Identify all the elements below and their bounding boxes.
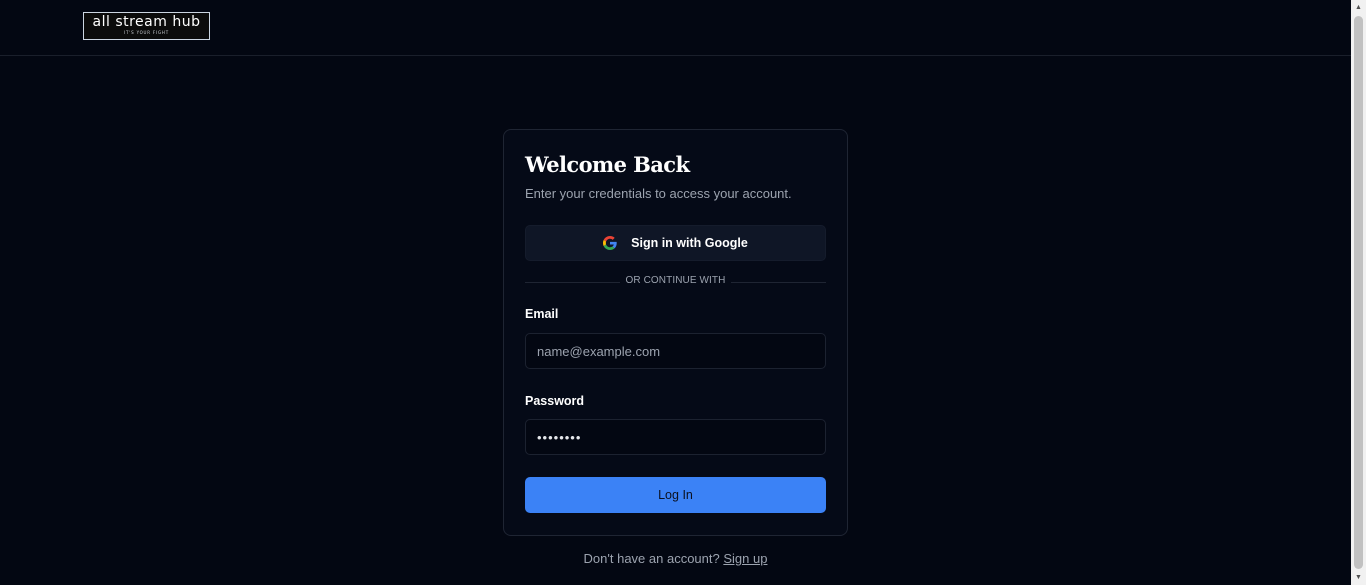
scroll-down-arrow-icon[interactable]: ▼	[1351, 570, 1366, 585]
email-field[interactable]	[525, 333, 826, 369]
login-subtitle: Enter your credentials to access your ac…	[525, 186, 792, 201]
divider: OR CONTINUE WITH	[525, 274, 826, 290]
brand-logo[interactable]: all stream hub IT'S YOUR FIGHT	[83, 12, 210, 40]
divider-line-right	[731, 282, 826, 283]
google-icon	[603, 236, 617, 250]
login-page: all stream hub IT'S YOUR FIGHT Welcome B…	[0, 0, 1366, 585]
login-card: Welcome Back Enter your credentials to a…	[503, 129, 848, 536]
signup-prompt: Don't have an account? Sign up	[503, 551, 848, 566]
logo-tagline: IT'S YOUR FIGHT	[124, 30, 169, 35]
logo-title: all stream hub	[92, 14, 201, 30]
login-button[interactable]: Log In	[525, 477, 826, 513]
divider-text: OR CONTINUE WITH	[625, 275, 726, 286]
vertical-scrollbar[interactable]: ▲ ▼	[1351, 0, 1366, 585]
scroll-up-arrow-icon[interactable]: ▲	[1351, 0, 1366, 15]
password-label: Password	[525, 394, 585, 408]
scrollbar-thumb[interactable]	[1354, 16, 1363, 569]
google-sign-in-label: Sign in with Google	[631, 236, 748, 250]
top-bar: all stream hub IT'S YOUR FIGHT	[0, 0, 1351, 56]
signup-link[interactable]: Sign up	[723, 551, 767, 566]
email-label: Email	[525, 307, 559, 321]
signup-prompt-text: Don't have an account?	[583, 551, 724, 566]
login-title: Welcome Back	[525, 152, 690, 177]
password-field[interactable]	[525, 419, 826, 455]
google-sign-in-button[interactable]: Sign in with Google	[525, 225, 826, 261]
